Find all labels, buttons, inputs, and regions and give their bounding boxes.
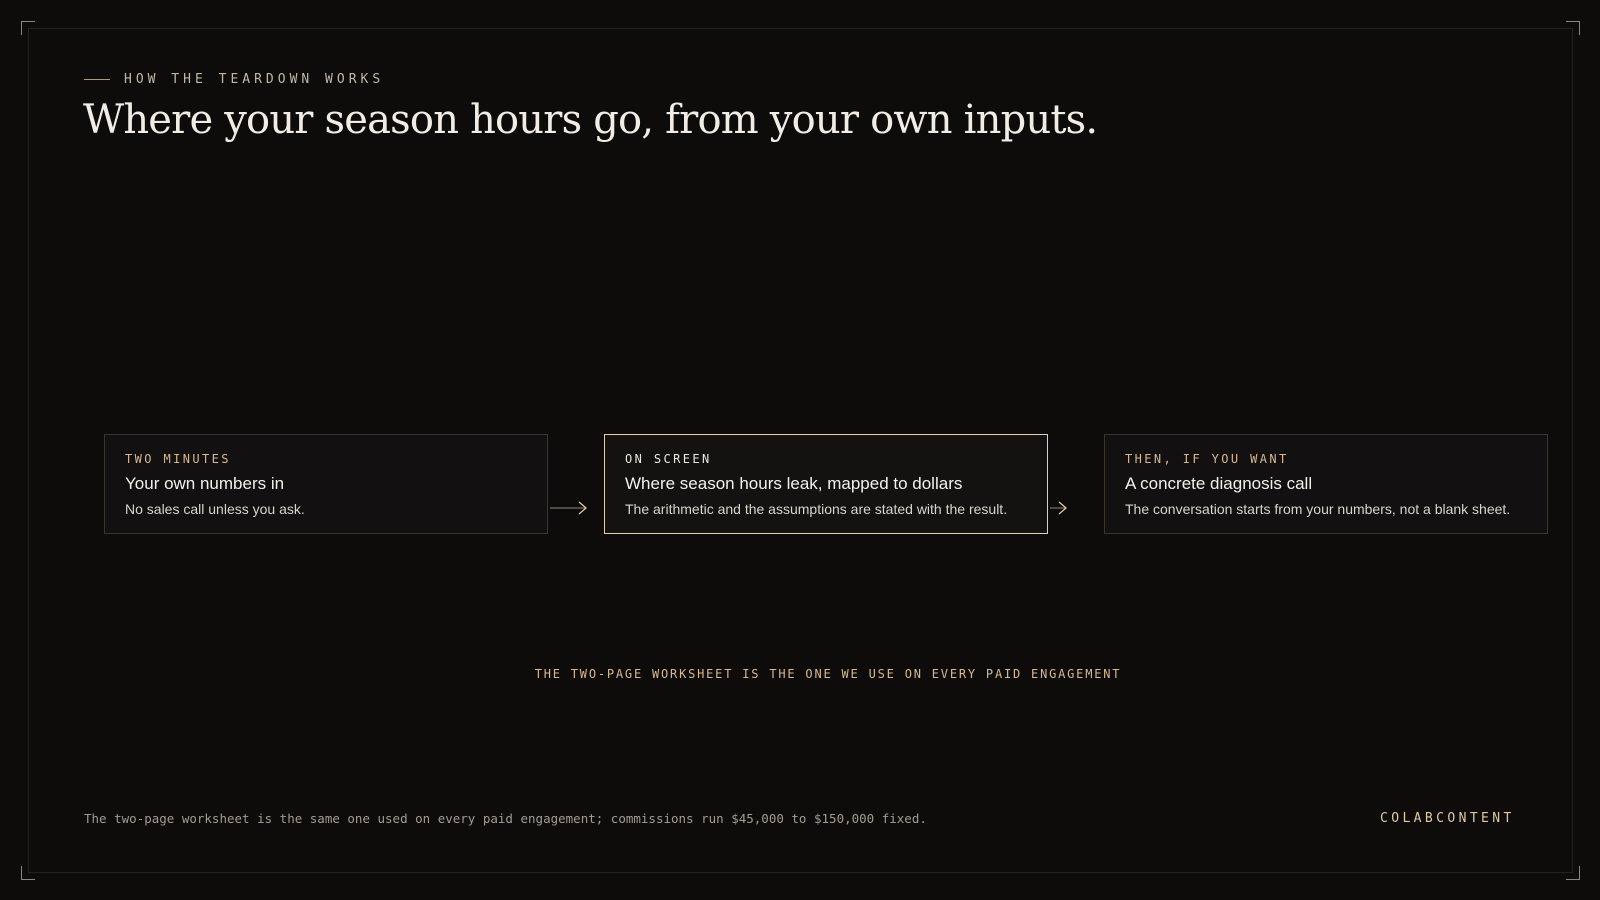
arrow-right-icon [550,501,587,515]
step-title: A concrete diagnosis call [1125,474,1313,493]
corner-mark-bottom-left [21,866,35,880]
eyebrow-rule [84,79,110,80]
step-card-numbers: TWO MINUTES Your own numbers in No sales… [104,434,548,534]
corner-mark-top-left [21,21,35,35]
eyebrow-label: HOW THE TEARDOWN WORKS [124,72,385,87]
step-kicker: ON SCREEN [625,452,712,466]
step-kicker: THEN, IF YOU WANT [1125,452,1289,466]
brand-wordmark: COLABCONTENT [1380,811,1515,826]
step-title: Your own numbers in [125,474,285,493]
corner-mark-top-right [1566,21,1580,35]
page-title: Where your season hours go, from your ow… [83,97,1098,143]
step-card-on-screen: ON SCREEN Where season hours leak, mappe… [604,434,1048,534]
worksheet-note: THE TWO-PAGE WORKSHEET IS THE ONE WE USE… [534,667,1122,681]
step-card-diagnosis-call: THEN, IF YOU WANT A concrete diagnosis c… [1104,434,1548,534]
arrow-right-icon [1050,501,1067,515]
step-title: Where season hours leak, mapped to dolla… [625,474,963,493]
step-kicker: TWO MINUTES [125,452,231,466]
step-description: The conversation starts from your number… [1125,501,1511,517]
step-description: No sales call unless you ask. [125,501,305,517]
footer-note: The two-page worksheet is the same one u… [84,811,927,826]
corner-mark-bottom-right [1566,866,1580,880]
step-description: The arithmetic and the assumptions are s… [625,501,1008,517]
eyebrow: HOW THE TEARDOWN WORKS [84,72,384,87]
